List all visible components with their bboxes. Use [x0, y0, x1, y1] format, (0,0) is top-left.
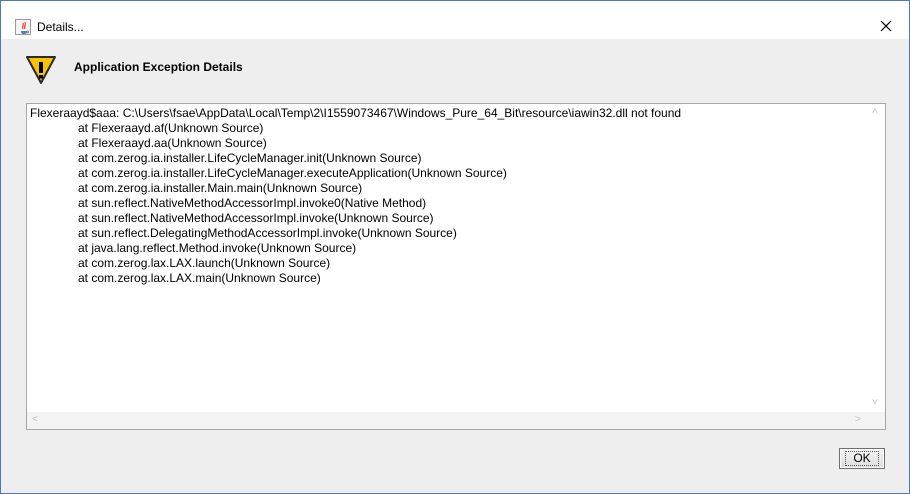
- horizontal-scrollbar[interactable]: ˂ ˃: [27, 412, 868, 429]
- scroll-down-icon[interactable]: ˅: [872, 398, 878, 408]
- scroll-right-icon[interactable]: ˃: [855, 415, 861, 425]
- scroll-up-icon[interactable]: ˄: [872, 107, 878, 117]
- close-icon: [880, 20, 892, 32]
- vertical-scrollbar[interactable]: ˄ ˅: [868, 104, 885, 412]
- dialog-content: Application Exception Details Flexeraayd…: [1, 39, 909, 493]
- dialog-heading: Application Exception Details: [74, 60, 243, 74]
- exception-details-textarea[interactable]: Flexeraayd$aaa: C:\Users\fsae\AppData\Lo…: [26, 103, 886, 430]
- scroll-left-icon[interactable]: ˂: [32, 415, 38, 425]
- details-dialog: Details... Application Exception Details…: [0, 0, 910, 494]
- warning-icon: [26, 56, 56, 84]
- scroll-corner: [868, 412, 885, 429]
- java-cup-icon: [15, 19, 31, 35]
- close-button[interactable]: [863, 13, 909, 39]
- exception-details-text[interactable]: Flexeraayd$aaa: C:\Users\fsae\AppData\Lo…: [30, 106, 868, 412]
- ok-button-label: OK: [845, 451, 879, 466]
- window-title: Details...: [37, 20, 84, 34]
- ok-button[interactable]: OK: [839, 448, 885, 469]
- title-bar[interactable]: Details...: [1, 1, 909, 39]
